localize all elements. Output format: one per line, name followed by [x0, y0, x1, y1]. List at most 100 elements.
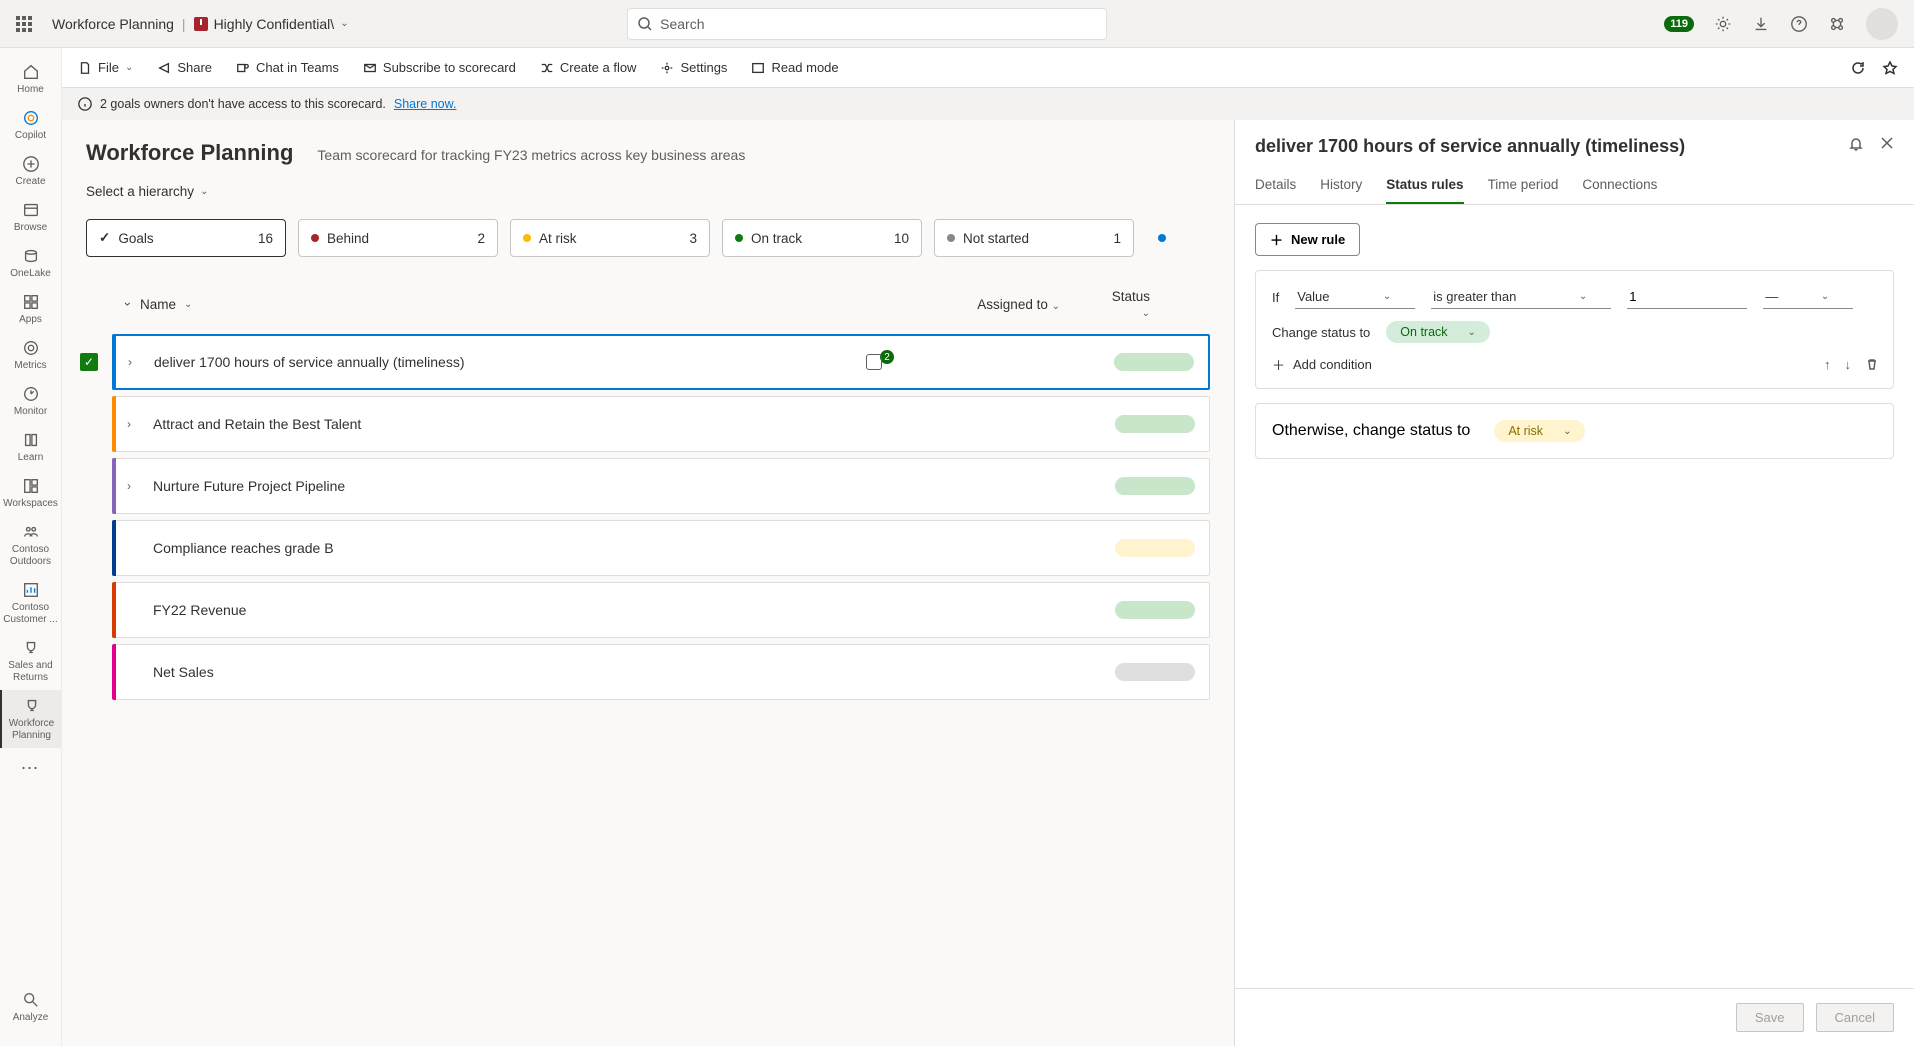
sensitivity-label[interactable]: Highly Confidential\ ⌄ [194, 16, 349, 32]
tab-details[interactable]: Details [1255, 167, 1296, 204]
rule-operator-select[interactable]: is greater than⌄ [1431, 285, 1611, 309]
otherwise-card: Otherwise, change status to At risk⌄ [1255, 403, 1894, 459]
pill-not-started[interactable]: Not started1 [934, 219, 1134, 257]
cancel-button[interactable]: Cancel [1816, 1003, 1894, 1032]
chat-teams-button[interactable]: Chat in Teams [236, 60, 339, 75]
nav-workspaces[interactable]: Workspaces [0, 470, 61, 516]
create-flow-button[interactable]: Create a flow [540, 60, 637, 75]
row-checkbox[interactable]: ✓ [80, 353, 98, 371]
org-icon[interactable] [1828, 15, 1846, 33]
pill-at-risk[interactable]: At risk3 [510, 219, 710, 257]
settings-button[interactable]: Settings [660, 60, 727, 75]
nav-workforce-planning[interactable]: Workforce Planning [0, 690, 61, 748]
tab-status-rules[interactable]: Status rules [1386, 167, 1463, 204]
close-icon[interactable] [1880, 136, 1894, 155]
nav-contoso-outdoors[interactable]: Contoso Outdoors [0, 516, 61, 574]
main-area: Workforce Planning Team scorecard for tr… [62, 120, 1914, 1046]
move-down-icon[interactable]: ↓ [1845, 357, 1852, 374]
share-now-link[interactable]: Share now. [394, 97, 457, 111]
status-pill [1115, 415, 1195, 433]
hierarchy-selector[interactable]: Select a hierarchy ⌄ [86, 184, 1210, 199]
expand-all-icon[interactable]: › [121, 302, 135, 306]
header-actions: 119 [1664, 8, 1898, 40]
nav-analyze[interactable]: Analyze [0, 984, 61, 1030]
column-status[interactable]: Status ⌄ [1100, 289, 1170, 319]
bell-icon[interactable] [1848, 136, 1864, 155]
nav-onelake[interactable]: OneLake [0, 240, 61, 286]
share-button[interactable]: Share [157, 60, 212, 75]
nav-monitor[interactable]: Monitor [0, 378, 61, 424]
plus-icon: ＋ [1270, 230, 1283, 249]
rule-unit-select[interactable]: —⌄ [1763, 285, 1853, 309]
file-menu[interactable]: File⌄ [78, 60, 133, 75]
user-avatar[interactable] [1866, 8, 1898, 40]
goal-row[interactable]: ✓›deliver 1700 hours of service annually… [112, 334, 1210, 390]
refresh-icon[interactable] [1850, 60, 1866, 76]
download-icon[interactable] [1752, 15, 1770, 33]
chart-icon [21, 580, 41, 600]
rule-field-select[interactable]: Value⌄ [1295, 285, 1415, 309]
column-assigned[interactable]: Assigned to ⌄ [760, 297, 1100, 312]
target-icon [21, 338, 41, 358]
pill-goals[interactable]: ✓Goals16 [86, 219, 286, 257]
notifications-badge[interactable]: 119 [1664, 16, 1694, 32]
nav-browse[interactable]: Browse [0, 194, 61, 240]
trophy-icon [21, 638, 41, 658]
app-launcher-icon[interactable] [16, 16, 32, 32]
nav-learn[interactable]: Learn [0, 424, 61, 470]
plus-circle-icon [21, 154, 41, 174]
gear-icon [660, 61, 674, 75]
status-dot [1158, 234, 1166, 242]
panel-tabs: Details History Status rules Time period… [1235, 167, 1914, 205]
expand-icon[interactable]: › [127, 417, 143, 431]
status-select-at-risk[interactable]: At risk⌄ [1494, 420, 1585, 442]
expand-icon[interactable]: › [127, 479, 143, 493]
expand-icon[interactable]: › [128, 355, 144, 369]
move-up-icon[interactable]: ↑ [1824, 357, 1831, 374]
nav-create[interactable]: Create [0, 148, 61, 194]
rule-value-input[interactable] [1627, 285, 1747, 309]
read-mode-button[interactable]: Read mode [751, 60, 838, 75]
people-icon [21, 522, 41, 542]
tab-history[interactable]: History [1320, 167, 1362, 204]
tab-connections[interactable]: Connections [1582, 167, 1657, 204]
nav-apps[interactable]: Apps [0, 286, 61, 332]
panel-title: deliver 1700 hours of service annually (… [1255, 136, 1848, 157]
check-icon: ✓ [99, 230, 110, 246]
status-filter-row: ✓Goals16 Behind2 At risk3 On track10 Not… [86, 219, 1210, 257]
chevron-down-icon: ⌄ [200, 186, 208, 197]
help-icon[interactable] [1790, 15, 1808, 33]
nav-more[interactable]: ⋯ [0, 748, 61, 786]
pill-behind[interactable]: Behind2 [298, 219, 498, 257]
delete-icon[interactable] [1865, 357, 1879, 374]
gear-icon[interactable] [1714, 15, 1732, 33]
nav-home[interactable]: Home [0, 56, 61, 102]
teams-icon [236, 61, 250, 75]
read-icon [751, 61, 765, 75]
goal-name: FY22 Revenue [153, 602, 1115, 618]
search-input[interactable]: Search [627, 8, 1107, 40]
nav-sales-returns[interactable]: Sales and Returns [0, 632, 61, 690]
page-title: Workforce Planning [86, 140, 293, 166]
tab-time-period[interactable]: Time period [1488, 167, 1559, 204]
add-condition-button[interactable]: ＋Add condition [1272, 355, 1372, 374]
save-button[interactable]: Save [1736, 1003, 1804, 1032]
status-select-on-track[interactable]: On track⌄ [1386, 321, 1490, 343]
goal-row[interactable]: Compliance reaches grade B [112, 520, 1210, 576]
goal-row[interactable]: ›Attract and Retain the Best Talent [112, 396, 1210, 452]
subscribe-button[interactable]: Subscribe to scorecard [363, 60, 516, 75]
status-dot [523, 234, 531, 242]
goal-row[interactable]: FY22 Revenue [112, 582, 1210, 638]
pill-on-track[interactable]: On track10 [722, 219, 922, 257]
nav-contoso-customer[interactable]: Contoso Customer ... [0, 574, 61, 632]
star-icon[interactable] [1882, 60, 1898, 76]
new-rule-button[interactable]: ＋New rule [1255, 223, 1360, 256]
goal-row[interactable]: ›Nurture Future Project Pipeline [112, 458, 1210, 514]
rule-card: If Value⌄ is greater than⌄ —⌄ Change sta… [1255, 270, 1894, 389]
nav-copilot[interactable]: Copilot [0, 102, 61, 148]
nav-metrics[interactable]: Metrics [0, 332, 61, 378]
comment-badge[interactable]: 2 [866, 354, 894, 370]
column-name[interactable]: Name⌄ [140, 297, 760, 312]
breadcrumb-item[interactable]: Workforce Planning [52, 16, 174, 32]
goal-row[interactable]: Net Sales [112, 644, 1210, 700]
